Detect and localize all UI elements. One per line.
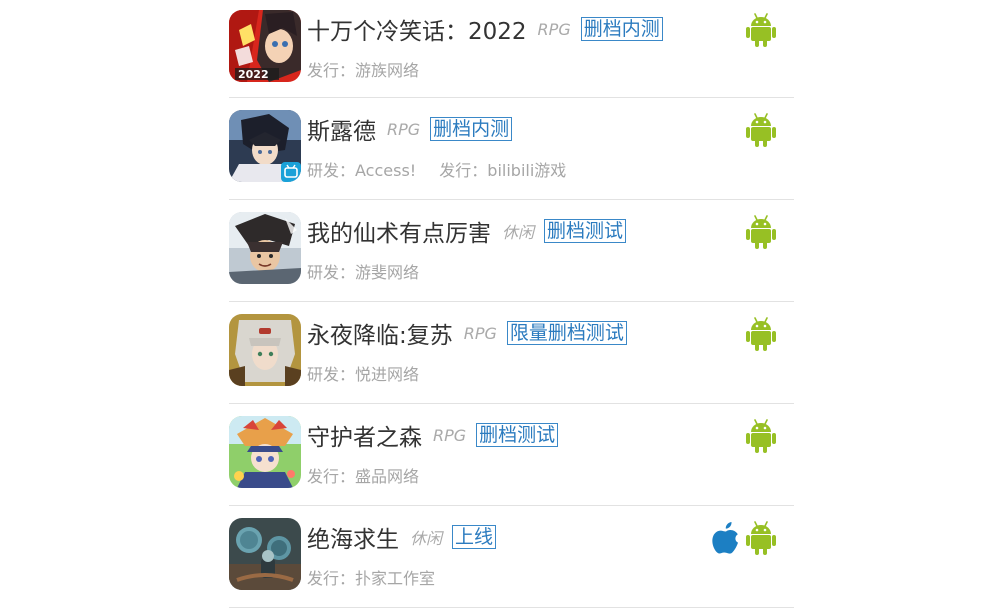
- game-meta: 研发：游斐网络: [307, 259, 419, 283]
- platform-icons: [746, 215, 776, 249]
- android-icon: [746, 215, 776, 249]
- game-icon-juehai[interactable]: [229, 518, 301, 590]
- android-icon: [746, 521, 776, 555]
- developer-label: 研发：悦进网络: [307, 365, 420, 384]
- svg-text:2022: 2022: [238, 68, 269, 81]
- android-icon: [746, 317, 776, 351]
- developer-label: 研发：游斐网络: [307, 263, 420, 282]
- list-item[interactable]: 绝海求生 休闲 上线 发行：扑家工作室: [229, 506, 794, 608]
- list-item[interactable]: 守护者之森 RPG 删档测试 发行：盛品网络: [229, 404, 794, 506]
- game-test-list: 2022 十万个冷笑话：2022 RPG 删档内测 发行：游族网络 斯露德 RP…: [229, 0, 794, 608]
- game-title[interactable]: 绝海求生: [307, 520, 399, 554]
- publisher-label: 发行：扑家工作室: [307, 569, 436, 588]
- game-icon-xianshu[interactable]: [229, 212, 301, 284]
- game-title[interactable]: 斯露德: [307, 112, 376, 146]
- platform-icons: [746, 317, 776, 351]
- platform-icons: [746, 419, 776, 453]
- apple-icon: [712, 521, 740, 555]
- game-genre: RPG: [463, 323, 497, 343]
- game-title[interactable]: 十万个冷笑话：2022: [307, 12, 527, 46]
- game-title[interactable]: 永夜降临:复苏: [307, 316, 453, 350]
- game-genre: 休闲: [410, 529, 443, 548]
- platform-icons: [746, 13, 776, 47]
- publisher-label: 发行：游族网络: [307, 61, 420, 80]
- game-icon-shouhuzhe[interactable]: [229, 416, 301, 488]
- game-icon-siloude[interactable]: [229, 110, 301, 182]
- game-title[interactable]: 守护者之森: [307, 418, 422, 452]
- android-icon: [746, 419, 776, 453]
- test-status-badge: 删档内测: [580, 17, 663, 41]
- game-meta: 研发：Access! 发行：bilibili游戏: [307, 157, 566, 181]
- game-title[interactable]: 我的仙术有点厉害: [307, 214, 491, 248]
- developer-label: 研发：Access!: [307, 161, 417, 180]
- game-genre: 休闲: [502, 223, 535, 242]
- game-meta: 研发：悦进网络: [307, 361, 419, 385]
- game-meta: 发行：盛品网络: [307, 463, 419, 487]
- test-status-badge: 删档内测: [430, 117, 513, 141]
- game-genre: RPG: [537, 19, 571, 39]
- list-item[interactable]: 我的仙术有点厉害 休闲 删档测试 研发：游斐网络: [229, 200, 794, 302]
- test-status-badge: 删档测试: [476, 423, 559, 447]
- publisher-label: 发行：bilibili游戏: [439, 161, 567, 180]
- game-icon-shiwange[interactable]: 2022: [229, 10, 301, 82]
- list-item[interactable]: 2022 十万个冷笑话：2022 RPG 删档内测 发行：游族网络: [229, 0, 794, 98]
- test-status-badge: 限量删档测试: [506, 321, 627, 345]
- platform-icons: [746, 113, 776, 147]
- game-icon-yongye[interactable]: [229, 314, 301, 386]
- android-icon: [746, 13, 776, 47]
- publisher-label: 发行：盛品网络: [307, 467, 420, 486]
- game-genre: RPG: [387, 119, 421, 139]
- game-genre: RPG: [433, 425, 467, 445]
- game-meta: 发行：游族网络: [307, 57, 419, 81]
- list-item[interactable]: 斯露德 RPG 删档内测 研发：Access! 发行：bilibili游戏: [229, 98, 794, 200]
- test-status-badge: 删档测试: [544, 219, 627, 243]
- platform-icons: [712, 521, 776, 555]
- test-status-badge: 上线: [452, 525, 497, 549]
- android-icon: [746, 113, 776, 147]
- list-item[interactable]: 永夜降临:复苏 RPG 限量删档测试 研发：悦进网络: [229, 302, 794, 404]
- game-meta: 发行：扑家工作室: [307, 565, 435, 589]
